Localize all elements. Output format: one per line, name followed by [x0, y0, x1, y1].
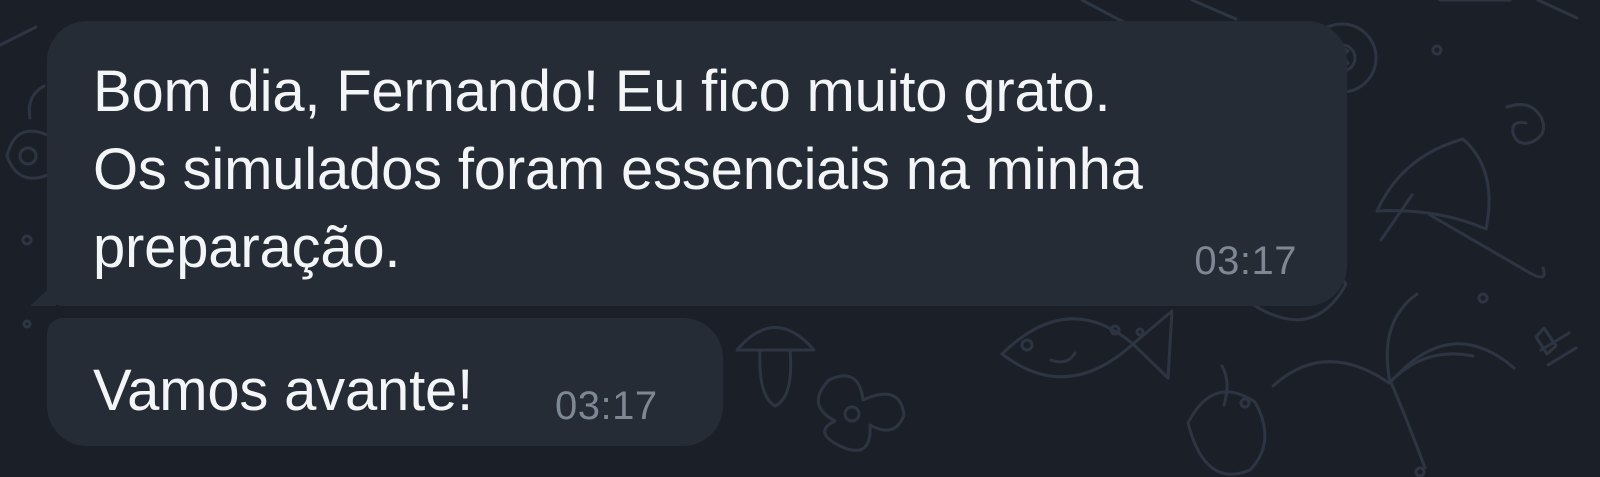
- fruit-icon: [1186, 364, 1267, 476]
- message-text: Vamos avante!: [93, 358, 473, 423]
- message-bubble-1[interactable]: Bom dia, Fernando! Eu fico muito grato. …: [47, 21, 1347, 306]
- message-timestamp: 03:17: [555, 384, 658, 428]
- palm-tree-icon: [1271, 292, 1516, 470]
- mushroom-icon: [735, 326, 816, 408]
- umbrella-icon: [1375, 137, 1546, 279]
- spiral-icon: [1505, 103, 1545, 145]
- flower-icon: [817, 374, 906, 452]
- message-text: Bom dia, Fernando! Eu fico muito grato. …: [93, 59, 1143, 280]
- fish-icon: [1000, 309, 1174, 380]
- message-timestamp: 03:17: [1194, 239, 1297, 283]
- message-bubble-2[interactable]: Vamos avante! 03:17: [47, 318, 723, 446]
- candy-icon: [1534, 326, 1578, 367]
